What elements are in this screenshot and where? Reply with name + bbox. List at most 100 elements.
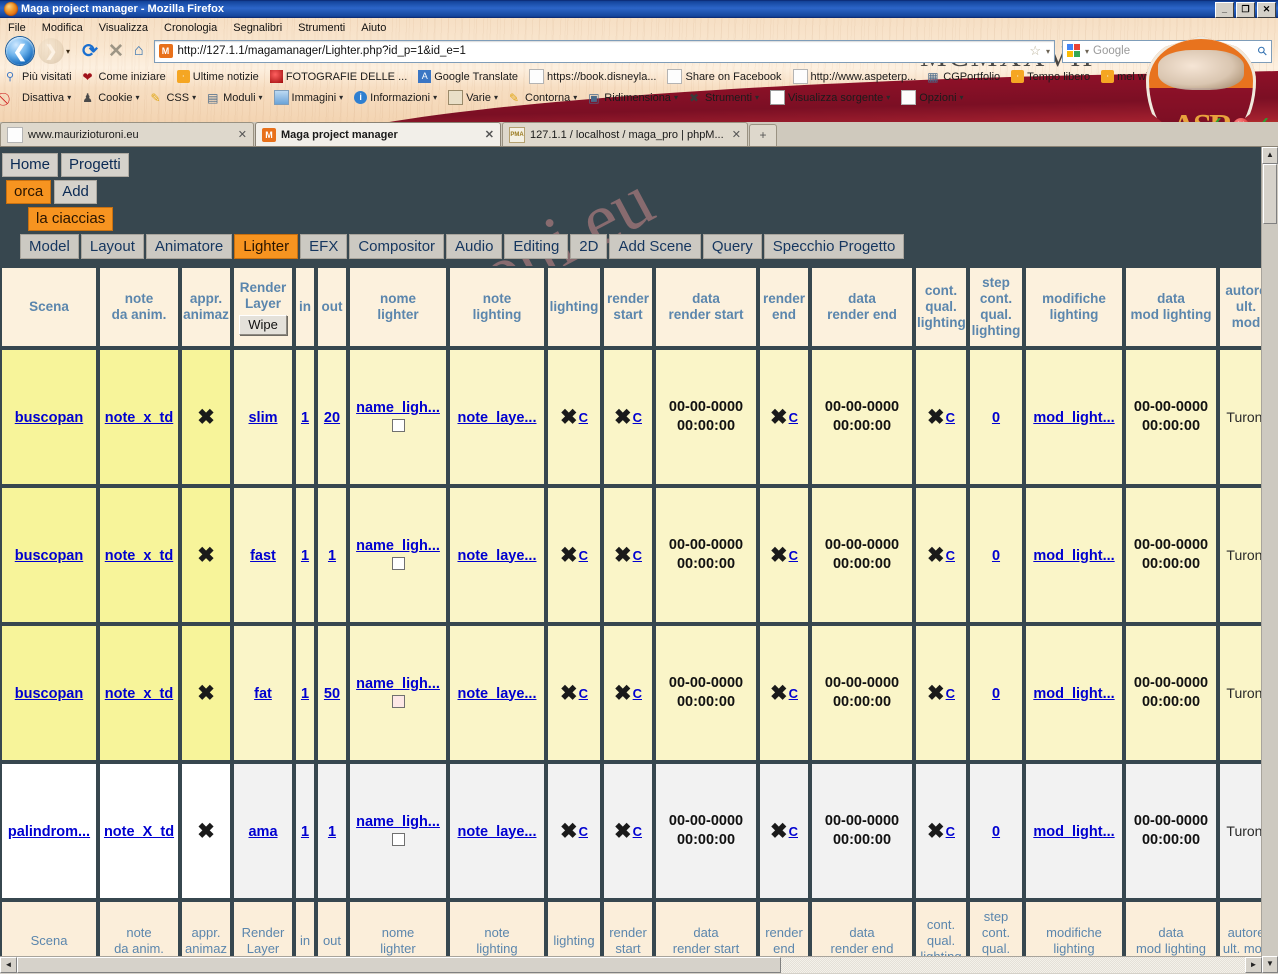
scroll-up-arrow[interactable]: ▲	[1262, 147, 1278, 164]
tab-query[interactable]: Query	[702, 234, 762, 259]
horizontal-scroll-thumb[interactable]	[17, 957, 781, 973]
row-checkbox[interactable]	[391, 557, 405, 570]
cell-step_cont_qual_lighting[interactable]: 0	[968, 762, 1024, 900]
menu-cronologia[interactable]: Cronologia	[164, 22, 217, 34]
bookmark-fotografie[interactable]: FOTOGRAFIE DELLE ...	[269, 70, 407, 83]
cell-link[interactable]: slim	[248, 410, 277, 426]
wd-immagini[interactable]: Immagini ▾	[273, 90, 343, 105]
menu-visualizza[interactable]: Visualizza	[99, 22, 148, 34]
confirm-link[interactable]: C	[789, 548, 798, 563]
wd-opzioni[interactable]: Opzioni ▾	[901, 90, 964, 105]
nav-la-ciaccias-button[interactable]: la ciaccias	[28, 207, 114, 231]
cell-lighting[interactable]: ✖ C	[546, 624, 602, 762]
tab-close-icon[interactable]: ✕	[238, 128, 247, 141]
scroll-right-arrow[interactable]: ►	[1245, 957, 1262, 973]
history-dropdown-icon[interactable]: ▾	[66, 47, 70, 56]
tab-lighter[interactable]: Lighter	[234, 234, 299, 259]
confirm-link[interactable]: C	[633, 824, 642, 839]
cell-link[interactable]: palindrom...	[8, 824, 90, 840]
cell-link[interactable]: 1	[328, 824, 336, 840]
back-icon[interactable]: ❮	[6, 37, 34, 65]
cell-link[interactable]: mod_light...	[1033, 824, 1114, 840]
cell-link[interactable]: note_x_td	[105, 548, 174, 564]
wipe-button[interactable]: Wipe	[239, 314, 287, 335]
nav-orca-button[interactable]: orca	[6, 180, 52, 204]
row-checkbox[interactable]	[391, 695, 405, 708]
cell-modifiche_lighting[interactable]: mod_light...	[1024, 762, 1124, 900]
wd-strumenti[interactable]: ✖ Strumenti ▾	[689, 91, 759, 105]
confirm-link[interactable]: C	[789, 410, 798, 425]
tab-2d[interactable]: 2D	[570, 234, 608, 259]
confirm-link[interactable]: C	[946, 548, 955, 563]
tab-efx[interactable]: EFX	[300, 234, 348, 259]
cell-note_da_anim[interactable]: note_x_td	[98, 624, 180, 762]
bookmark-share-facebook[interactable]: Share on Facebook	[667, 69, 782, 84]
cell-scena[interactable]: buscopan	[0, 486, 98, 624]
cell-link[interactable]: note_laye...	[458, 824, 537, 840]
page-horizontal-scrollbar[interactable]: ◄ ►	[0, 956, 1262, 973]
cell-step_cont_qual_lighting[interactable]: 0	[968, 348, 1024, 486]
cell-note_lighting[interactable]: note_laye...	[448, 348, 546, 486]
nav-home-button[interactable]: Home	[2, 153, 59, 177]
cell-in[interactable]: 1	[294, 624, 316, 762]
wd-disattiva[interactable]: ⃠Disattiva▾	[6, 91, 71, 104]
cell-link[interactable]: 1	[301, 824, 309, 840]
confirm-link[interactable]: C	[789, 824, 798, 839]
row-checkbox[interactable]	[391, 419, 405, 432]
cell-modifiche_lighting[interactable]: mod_light...	[1024, 624, 1124, 762]
cell-note_da_anim[interactable]: note_x_td	[98, 486, 180, 624]
cell-link[interactable]: note_x_td	[105, 686, 174, 702]
cell-render_layer[interactable]: ama	[232, 762, 294, 900]
minimize-button[interactable]: _	[1215, 2, 1234, 18]
confirm-link[interactable]: C	[579, 824, 588, 839]
url-dropdown-icon[interactable]: ▾	[1046, 47, 1050, 56]
cell-render_start[interactable]: ✖ C	[602, 348, 654, 486]
cell-link[interactable]: fat	[254, 686, 272, 702]
wd-cookie[interactable]: ♟ Cookie ▾	[82, 91, 139, 105]
cell-modifiche_lighting[interactable]: mod_light...	[1024, 348, 1124, 486]
cell-out[interactable]: 1	[316, 762, 348, 900]
cell-link[interactable]: note_laye...	[458, 686, 537, 702]
confirm-link[interactable]: C	[633, 686, 642, 701]
cell-link[interactable]: 0	[992, 548, 1000, 564]
cell-scena[interactable]: buscopan	[0, 348, 98, 486]
bookmark-star-icon[interactable]: ☆	[1029, 43, 1041, 59]
cell-note_lighting[interactable]: note_laye...	[448, 762, 546, 900]
cell-link[interactable]: ama	[248, 824, 277, 840]
new-tab-button[interactable]: +	[749, 124, 777, 146]
nav-progetti-button[interactable]: Progetti	[61, 153, 129, 177]
cell-render_start[interactable]: ✖ C	[602, 486, 654, 624]
cell-link[interactable]: fast	[250, 548, 276, 564]
menu-segnalibri[interactable]: Segnalibri	[233, 22, 282, 34]
confirm-link[interactable]: C	[946, 824, 955, 839]
bookmark-come-iniziare[interactable]: ❤ Come iniziare	[83, 70, 166, 84]
confirm-link[interactable]: C	[946, 410, 955, 425]
cell-link[interactable]: name_ligh...	[356, 538, 440, 554]
cell-render_layer[interactable]: fast	[232, 486, 294, 624]
cell-render_end[interactable]: ✖ C	[758, 486, 810, 624]
cell-scena[interactable]: buscopan	[0, 624, 98, 762]
menu-aiuto[interactable]: Aiuto	[361, 22, 386, 34]
cell-out[interactable]: 20	[316, 348, 348, 486]
wd-contorna[interactable]: ✎ Contorna ▾	[509, 91, 577, 105]
tab-add-scene[interactable]: Add Scene	[609, 234, 701, 259]
scroll-down-arrow[interactable]: ▼	[1262, 956, 1278, 973]
browser-tab-maurizioturoni[interactable]: www.maurizioturoni.eu ✕	[0, 122, 254, 146]
menu-modifica[interactable]: Modifica	[42, 22, 83, 34]
page-vertical-scrollbar[interactable]: ▲ ▼	[1261, 147, 1278, 973]
cell-link[interactable]: 0	[992, 824, 1000, 840]
cell-in[interactable]: 1	[294, 486, 316, 624]
cell-render_start[interactable]: ✖ C	[602, 762, 654, 900]
cell-cont_qual_lighting[interactable]: ✖ C	[914, 486, 968, 624]
cell-cont_qual_lighting[interactable]: ✖ C	[914, 624, 968, 762]
confirm-link[interactable]: C	[633, 410, 642, 425]
cell-link[interactable]: 1	[301, 410, 309, 426]
bookmark-piu-visitati[interactable]: ⚲ Più visitati	[6, 70, 72, 84]
bookmark-ultime-notizie[interactable]: ⋅ Ultime notizie	[176, 70, 259, 83]
wd-visualizza-sorgente[interactable]: Visualizza sorgente ▾	[770, 90, 890, 105]
cell-in[interactable]: 1	[294, 762, 316, 900]
cell-render_end[interactable]: ✖ C	[758, 762, 810, 900]
cell-render_layer[interactable]: fat	[232, 624, 294, 762]
stop-icon[interactable]: ✕	[108, 40, 124, 63]
cell-link[interactable]: note_laye...	[458, 548, 537, 564]
